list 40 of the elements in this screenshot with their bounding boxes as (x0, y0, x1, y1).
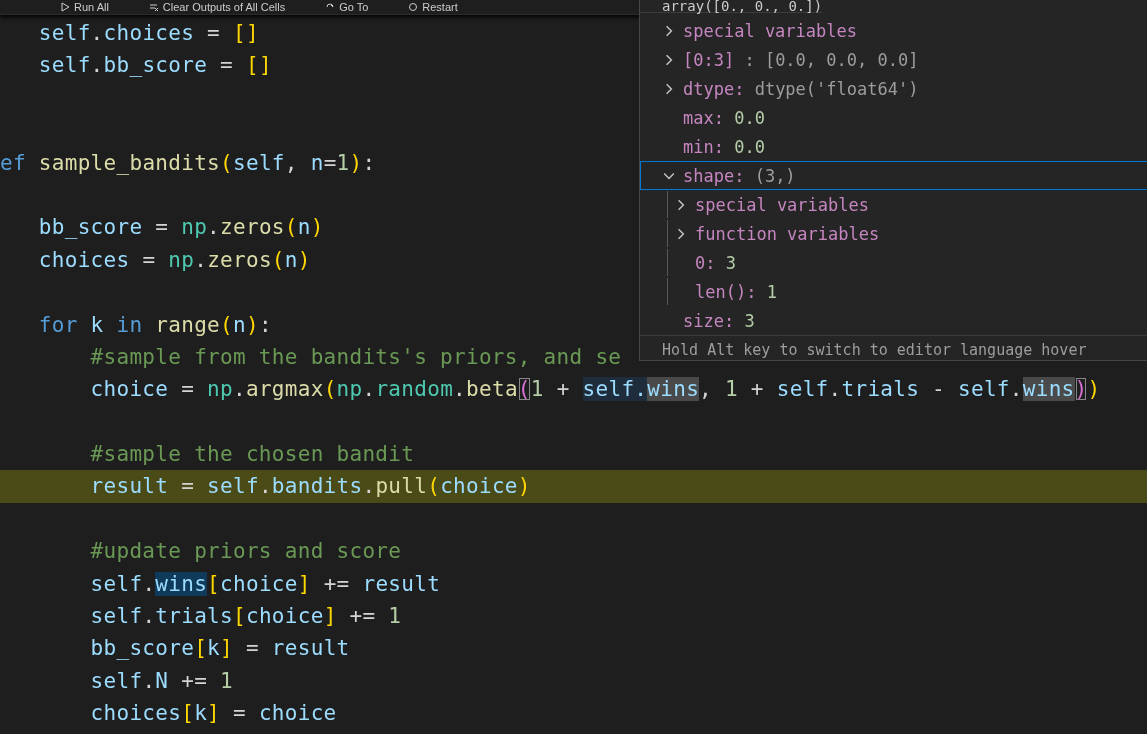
code-line: self.wins[choice] += result (89, 570, 441, 598)
toolbar-button[interactable]: Restart (408, 0, 458, 14)
hover-header: array([0., 0., 0.]) (640, 0, 823, 13)
code-line: self.bb_score = [] (37, 52, 272, 80)
code-line: bb_score[k] = result (89, 635, 350, 663)
chevron-right-icon[interactable] (675, 227, 687, 240)
play-icon (60, 2, 70, 12)
toolbar-button[interactable]: Run All (60, 0, 109, 14)
tree-item[interactable]: shape: (3,) (640, 161, 1147, 190)
tree-item[interactable]: len(): 1 (640, 277, 1147, 306)
code-line: choices = np.zeros(n) (37, 246, 311, 274)
restart-icon (408, 2, 419, 12)
code-line: self.choices = [] (37, 20, 259, 47)
chevron-right-icon[interactable] (663, 24, 675, 37)
toolbar-button[interactable]: Go To (325, 0, 369, 14)
clear-icon (148, 2, 159, 12)
hover-hint: Hold Alt key to switch to editor language hover (640, 335, 1147, 364)
tree-item[interactable]: function variables (640, 219, 1147, 248)
toolbar-button[interactable]: Clear Outputs of All Cells (148, 0, 286, 14)
code-line: choice = np.argmax(np.random.beta(1 + self.wins, 1 + self.trials - self.wins)) (89, 376, 1101, 404)
tree-item[interactable]: [0:3] : [0.0, 0.0, 0.0] (640, 45, 1147, 74)
code-line: self.N += 1 (89, 667, 233, 695)
tree-item[interactable]: dtype: dtype('float64') (640, 74, 1147, 103)
code-line: for k in range(n): (37, 311, 272, 339)
tree-item[interactable]: min: 0.0 (640, 132, 1147, 161)
tree-item[interactable]: max: 0.0 (640, 103, 1147, 132)
chevron-right-icon[interactable] (663, 53, 675, 66)
chevron-right-icon[interactable] (663, 82, 675, 95)
code-line: #sample the chosen bandit (89, 441, 415, 469)
chevron-right-icon[interactable] (675, 198, 687, 211)
code-line: ef sample_bandits(self, n=1): (0, 149, 376, 177)
code-line: #update priors and score (89, 538, 402, 566)
code-line: choices[k] = choice (89, 700, 337, 728)
tree-item[interactable]: special variables (640, 16, 1147, 45)
code-line: self.trials[choice] += 1 (89, 603, 402, 631)
tree-item[interactable]: special variables (640, 190, 1147, 219)
code-line: bb_score = np.zeros(n) (37, 214, 324, 242)
tree-item[interactable]: size: 3 (640, 306, 1147, 335)
tree-item[interactable]: 0: 3 (640, 248, 1147, 277)
code-line: #sample from the bandits's priors, and se (89, 343, 622, 371)
